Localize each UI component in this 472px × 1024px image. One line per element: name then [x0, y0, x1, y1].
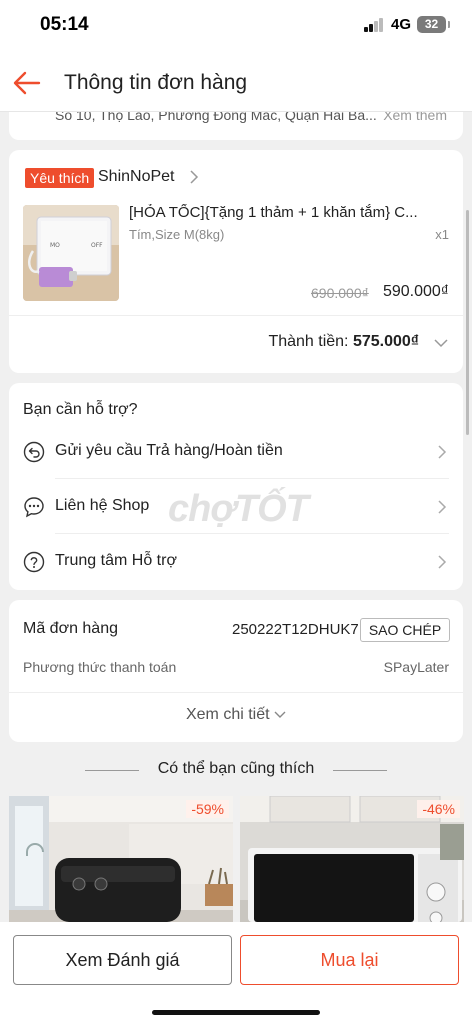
support-card: Bạn cần hỗ trợ? Gửi yêu cầu Trả hàng/Hoà… — [9, 383, 463, 590]
copy-button[interactable]: SAO CHÉP — [360, 618, 450, 642]
signal-icon — [364, 18, 384, 32]
product-quantity: x1 — [435, 227, 449, 242]
scrollbar[interactable] — [466, 210, 469, 435]
help-icon — [23, 551, 45, 573]
sale-price: 590.000₫ — [382, 283, 449, 300]
product-variant: Tím,Size M(8kg) — [129, 227, 225, 242]
network-type: 4G — [391, 16, 412, 33]
buy-again-button[interactable]: Mua lại — [240, 935, 459, 985]
payment-method-label: Phương thức thanh toán — [23, 659, 177, 675]
view-details-label: Xem chi tiết — [185, 706, 270, 723]
divider — [9, 692, 463, 693]
app-bar: Thông tin đơn hàng — [0, 54, 472, 112]
recommend-title: Có thể bạn cũng thích — [157, 760, 315, 777]
status-bar: 05:14 4G 32 — [0, 0, 472, 54]
order-info-card: Mã đơn hàng 250222T12DHUK7 SAO CHÉP Phươ… — [9, 600, 463, 742]
support-item-help-center[interactable]: Trung tâm Hỗ trợ — [9, 534, 463, 589]
shop-name[interactable]: ShinNoPet — [98, 168, 175, 186]
view-details-button[interactable]: Xem chi tiết — [9, 706, 463, 724]
order-total-label: Thành tiền: — [268, 333, 349, 350]
svg-text:MO: MO — [50, 242, 60, 249]
original-price: 690.000₫ — [311, 285, 369, 301]
view-review-button[interactable]: Xem Đánh giá — [13, 935, 232, 985]
order-total[interactable]: Thành tiền: 575.000₫ — [268, 333, 419, 351]
back-arrow-icon[interactable] — [12, 68, 42, 98]
battery-icon: 32 — [417, 16, 450, 33]
order-code-label: Mã đơn hàng — [23, 620, 118, 637]
chevron-down-icon[interactable] — [433, 336, 449, 350]
discount-badge: -46% — [417, 800, 460, 818]
chevron-right-icon — [438, 445, 447, 459]
svg-text:OFF: OFF — [91, 242, 103, 249]
chevron-right-icon — [438, 555, 447, 569]
favorite-badge: Yêu thích — [25, 168, 95, 188]
page-title: Thông tin đơn hàng — [64, 71, 248, 94]
chat-icon — [24, 497, 44, 518]
divider — [9, 315, 463, 316]
return-icon — [23, 441, 45, 463]
support-item-label: Gửi yêu cầu Trả hàng/Hoàn tiền — [55, 442, 283, 459]
order-total-value: 575.000₫ — [352, 333, 419, 350]
payment-method-value: SPayLater — [383, 659, 449, 675]
support-item-return-refund[interactable]: Gửi yêu cầu Trả hàng/Hoàn tiền — [9, 424, 463, 479]
shop-order-card: Yêu thích ShinNoPet MO OFF [HỎA TỐC]{Tặn… — [9, 150, 463, 373]
product-name[interactable]: [HỎA TỐC]{Tặng 1 thảm + 1 khăn tắm} C... — [129, 204, 445, 221]
chevron-down-icon — [274, 711, 286, 718]
recommended-product-card[interactable]: -59% — [9, 796, 233, 922]
bottom-action-bar: Xem Đánh giá Mua lại — [0, 922, 472, 1024]
recommended-product-card[interactable]: -46% — [240, 796, 464, 922]
home-indicator[interactable] — [152, 1010, 320, 1015]
chevron-right-icon — [438, 500, 447, 514]
chevron-right-icon[interactable] — [187, 169, 201, 185]
support-item-label: Liên hệ Shop — [55, 497, 150, 514]
order-code-value: 250222T12DHUK7 — [232, 621, 359, 638]
divider — [333, 770, 387, 771]
status-time: 05:14 — [40, 14, 89, 35]
support-item-label: Trung tâm Hỗ trợ — [55, 552, 177, 569]
product-image[interactable]: MO OFF — [23, 205, 119, 301]
support-title: Bạn cần hỗ trợ? — [23, 401, 138, 418]
support-item-contact-shop[interactable]: Liên hệ Shop — [9, 479, 463, 534]
discount-badge: -59% — [186, 800, 229, 818]
